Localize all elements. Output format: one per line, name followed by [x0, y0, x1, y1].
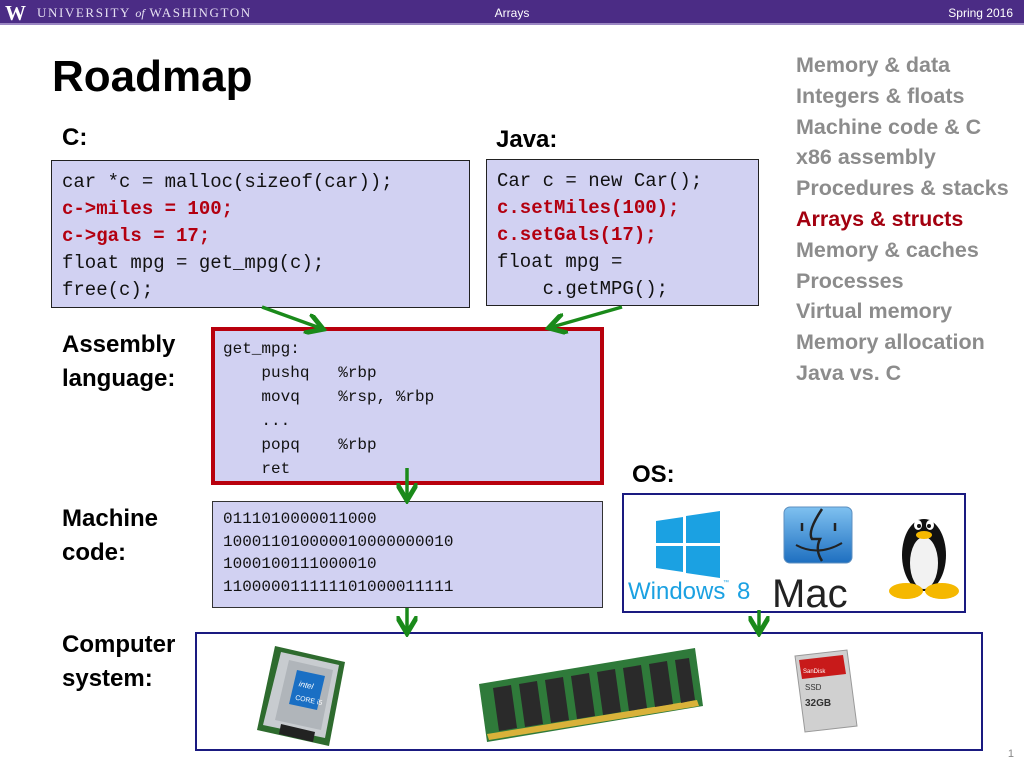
assembly-code-line: ret [223, 460, 291, 478]
java-code-line: float mpg = [497, 251, 623, 273]
label-c: C: [62, 124, 88, 151]
outline-item: Memory & data [796, 53, 951, 77]
label-os: OS: [632, 461, 675, 488]
java-code-box: Car c = new Car(); c.setMiles(100); c.setG… [486, 159, 759, 306]
header-bar: W UNIVERSITY of WASHINGTON Arrays Spring… [0, 0, 1024, 25]
assembly-code-line: ... [223, 412, 291, 430]
outline-item: Virtual memory [796, 299, 953, 324]
machine-code-line: 0111010000011000 [223, 510, 377, 528]
java-code-line: Car c = new Car(); [497, 170, 703, 192]
label-machine-line1: Machine [62, 505, 159, 532]
slide-title: Roadmap [52, 52, 253, 101]
machine-code-line: 1000100111000010 [223, 555, 377, 573]
outline-item: Arrays & structs [796, 206, 964, 231]
ssd-capacity-text: 32GB [805, 698, 831, 709]
arrow-c-to-assembly [261, 305, 320, 328]
label-computer-system: Computer system: [62, 628, 175, 696]
computer-system-box: intel CORE i5 SanDisk SSD 32GB [195, 632, 983, 751]
assembly-code-line: get_mpg: [223, 340, 300, 358]
label-machine-line2: code: [62, 539, 127, 566]
c-code-line: free(c); [62, 279, 154, 301]
label-computer-line1: Computer [62, 631, 176, 658]
windows-logo-tm: ™ [723, 579, 729, 586]
assembly-code-line: pushq %rbp [223, 364, 377, 382]
intel-cpu-icon: intel CORE i5 [257, 646, 345, 746]
c-code-box: car *c = malloc(sizeof(car)); c->miles = … [51, 160, 470, 308]
machine-code-box: 0111010000011000 100011010000010000000010… [212, 501, 603, 608]
machine-code-line: 100011010000010000000010 [223, 532, 454, 551]
ssd-drive-icon: SanDisk SSD 32GB [794, 649, 858, 733]
c-code-line: float mpg = get_mpg(c); [62, 252, 325, 274]
roadmap-outline: Memory & data Integers & floats Machine co… [796, 50, 1009, 389]
ram-module-icon [479, 648, 703, 742]
label-assembly-line1: Assembly [62, 331, 176, 358]
windows-8-logo-icon: Windows ™ 8 [628, 511, 750, 605]
java-code-line: c.setGals(17); [497, 224, 657, 246]
java-code-line: c.getMPG(); [497, 278, 669, 300]
assembly-code-box: get_mpg: pushq %rbp movq %rsp, %rbp ... … [211, 327, 604, 485]
mac-finder-logo-icon: Mac [772, 506, 853, 616]
label-machine-code: Machine code: [62, 502, 158, 570]
os-box: Windows ™ 8 Mac [622, 493, 966, 616]
outline-item: Memory allocation [796, 330, 985, 355]
outline-item: Procedures & stacks [796, 176, 1009, 201]
machine-code-line: 110000011111101000011111 [223, 577, 454, 596]
outline-item: Processes [796, 268, 904, 293]
outline-item: Integers & floats [796, 83, 965, 108]
windows-logo-text: Windows [628, 578, 725, 605]
ssd-type-text: SSD [805, 683, 822, 692]
label-computer-line2: system: [62, 665, 153, 692]
java-code-line: c.setMiles(100); [497, 197, 680, 219]
c-code-line: c->miles = 100; [62, 198, 234, 220]
slide-number: 1 [1007, 748, 1014, 760]
ssd-brand-text: SanDisk [803, 669, 826, 675]
outline-item: Machine code & C [796, 114, 982, 139]
term-label: Spring 2016 [948, 6, 1013, 20]
arrow-java-to-assembly [552, 305, 623, 327]
outline-item: Memory & caches [796, 237, 979, 262]
mac-logo-text: Mac [772, 572, 848, 611]
c-code-line: c->gals = 17; [62, 225, 211, 247]
label-assembly-line2: language: [62, 365, 176, 392]
outline-item: x86 assembly [796, 145, 936, 170]
assembly-code-line: popq %rbp [223, 436, 377, 454]
c-code-line: car *c = malloc(sizeof(car)); [62, 171, 393, 193]
assembly-code-line: movq %rsp, %rbp [223, 388, 435, 406]
linux-tux-logo-icon [889, 519, 959, 599]
windows-logo-version: 8 [737, 578, 750, 605]
label-assembly: Assembly language: [62, 328, 175, 396]
label-java: Java: [496, 126, 558, 153]
lecture-topic: Arrays [494, 6, 530, 20]
outline-item: Java vs. C [796, 360, 902, 385]
